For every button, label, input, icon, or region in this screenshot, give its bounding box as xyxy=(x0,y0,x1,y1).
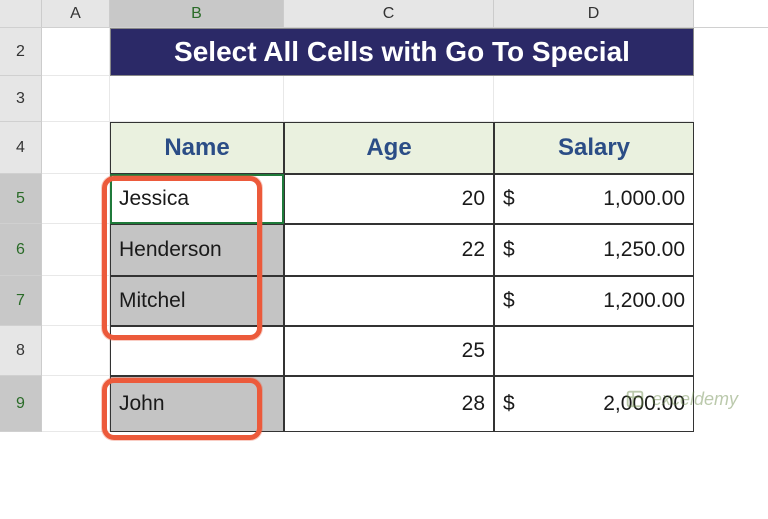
row-header-7[interactable]: 7 xyxy=(0,276,42,326)
cell-B7[interactable]: Mitchel xyxy=(110,276,284,326)
cell-D8[interactable] xyxy=(494,326,694,376)
cell-D7[interactable]: $ 1,200.00 xyxy=(494,276,694,326)
cell-A5[interactable] xyxy=(42,174,110,224)
header-name[interactable]: Name xyxy=(110,122,284,174)
row-header-8[interactable]: 8 xyxy=(0,326,42,376)
salary-value: 1,250.00 xyxy=(603,238,685,262)
cell-C7[interactable] xyxy=(284,276,494,326)
header-age[interactable]: Age xyxy=(284,122,494,174)
cell-B9[interactable]: John xyxy=(110,376,284,432)
col-header-B[interactable]: B xyxy=(110,0,284,27)
header-salary[interactable]: Salary xyxy=(494,122,694,174)
select-all-corner[interactable] xyxy=(0,0,42,27)
cell-C9[interactable]: 28 xyxy=(284,376,494,432)
row-6: 6 Henderson 22 $ 1,250.00 xyxy=(0,224,768,276)
cell-D6[interactable]: $ 1,250.00 xyxy=(494,224,694,276)
row-8: 8 25 xyxy=(0,326,768,376)
row-header-9[interactable]: 9 xyxy=(0,376,42,432)
col-header-D[interactable]: D xyxy=(494,0,694,27)
row-4: 4 Name Age Salary xyxy=(0,122,768,174)
cell-B5[interactable]: Jessica xyxy=(110,174,284,224)
currency-symbol: $ xyxy=(503,392,515,416)
cell-C3[interactable] xyxy=(284,76,494,122)
title-cell[interactable]: Select All Cells with Go To Special xyxy=(110,28,694,76)
col-header-A[interactable]: A xyxy=(42,0,110,27)
cell-A6[interactable] xyxy=(42,224,110,276)
salary-value: 1,000.00 xyxy=(603,187,685,211)
cell-C8[interactable]: 25 xyxy=(284,326,494,376)
cell-A2[interactable] xyxy=(42,28,110,76)
row-header-3[interactable]: 3 xyxy=(0,76,42,122)
row-header-2[interactable]: 2 xyxy=(0,28,42,76)
cell-A9[interactable] xyxy=(42,376,110,432)
cell-B6[interactable]: Henderson xyxy=(110,224,284,276)
currency-symbol: $ xyxy=(503,238,515,262)
row-7: 7 Mitchel $ 1,200.00 xyxy=(0,276,768,326)
watermark-icon xyxy=(624,388,646,410)
column-headers-row: A B C D xyxy=(0,0,768,28)
col-header-C[interactable]: C xyxy=(284,0,494,27)
row-3: 3 xyxy=(0,76,768,122)
cell-D3[interactable] xyxy=(494,76,694,122)
currency-symbol: $ xyxy=(503,187,515,211)
currency-symbol: $ xyxy=(503,289,515,313)
row-5: 5 Jessica 20 $ 1,000.00 xyxy=(0,174,768,224)
salary-value: 1,200.00 xyxy=(603,289,685,313)
watermark-text: exceldemy xyxy=(652,389,738,410)
spreadsheet: A B C D 2 Select All Cells with Go To Sp… xyxy=(0,0,768,432)
row-header-4[interactable]: 4 xyxy=(0,122,42,174)
cell-A4[interactable] xyxy=(42,122,110,174)
cell-A7[interactable] xyxy=(42,276,110,326)
row-header-5[interactable]: 5 xyxy=(0,174,42,224)
cell-C6[interactable]: 22 xyxy=(284,224,494,276)
cell-C5[interactable]: 20 xyxy=(284,174,494,224)
cell-B8[interactable] xyxy=(110,326,284,376)
cell-A3[interactable] xyxy=(42,76,110,122)
watermark: exceldemy xyxy=(624,388,738,410)
cell-A8[interactable] xyxy=(42,326,110,376)
cell-D5[interactable]: $ 1,000.00 xyxy=(494,174,694,224)
cell-B3[interactable] xyxy=(110,76,284,122)
row-header-6[interactable]: 6 xyxy=(0,224,42,276)
row-2: 2 Select All Cells with Go To Special xyxy=(0,28,768,76)
